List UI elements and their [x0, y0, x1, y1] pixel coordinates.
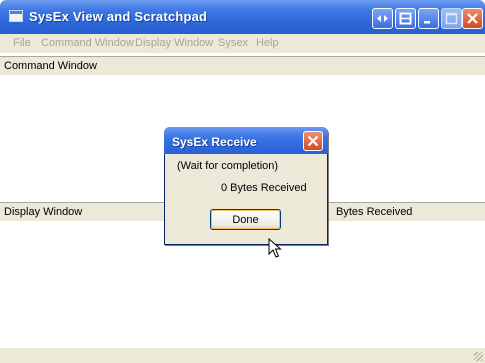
- maximize-button[interactable]: [441, 8, 462, 29]
- menu-file[interactable]: File: [13, 37, 31, 49]
- tile-icon: [399, 12, 412, 25]
- minimize-button[interactable]: [418, 8, 439, 29]
- dialog-title: SysEx Receive: [172, 135, 257, 149]
- close-icon: [467, 13, 478, 24]
- menu-display-window[interactable]: Display Window: [135, 37, 213, 49]
- window-title: SysEx View and Scratchpad: [29, 9, 208, 24]
- tile-button[interactable]: [395, 8, 416, 29]
- sysex-receive-dialog: SysEx Receive (Wait for completion) 0 By…: [164, 127, 328, 245]
- dialog-close-button[interactable]: [303, 131, 323, 151]
- close-button[interactable]: [462, 8, 483, 29]
- menu-help[interactable]: Help: [256, 37, 279, 49]
- app-window-icon: [9, 10, 23, 22]
- display-window-title: Display Window: [4, 206, 83, 218]
- maximize-icon: [445, 12, 458, 25]
- mouse-pointer-icon: [268, 238, 282, 258]
- menu-command-window[interactable]: Command Window: [41, 37, 134, 49]
- command-window-header: Command Window: [0, 56, 485, 76]
- menu-sysex[interactable]: Sysex: [218, 37, 248, 49]
- command-window-title: Command Window: [4, 60, 97, 72]
- main-title-bar[interactable]: SysEx View and Scratchpad: [0, 0, 485, 34]
- bytes-received-count: 0 Bytes Received: [221, 182, 307, 194]
- close-icon: [307, 135, 319, 147]
- done-button[interactable]: Done: [210, 209, 281, 230]
- restore-arrows-icon: [377, 15, 388, 22]
- restore-arrows-button[interactable]: [372, 8, 393, 29]
- display-bytes-received-label: Bytes Received: [336, 206, 413, 218]
- menu-bar: File Command Window Display Window Sysex…: [0, 34, 485, 53]
- resize-grip-icon[interactable]: [474, 352, 483, 361]
- status-bar: [0, 347, 485, 363]
- dialog-title-bar[interactable]: SysEx Receive: [164, 127, 328, 154]
- dialog-message: (Wait for completion): [177, 160, 279, 172]
- minimize-icon: [424, 21, 430, 24]
